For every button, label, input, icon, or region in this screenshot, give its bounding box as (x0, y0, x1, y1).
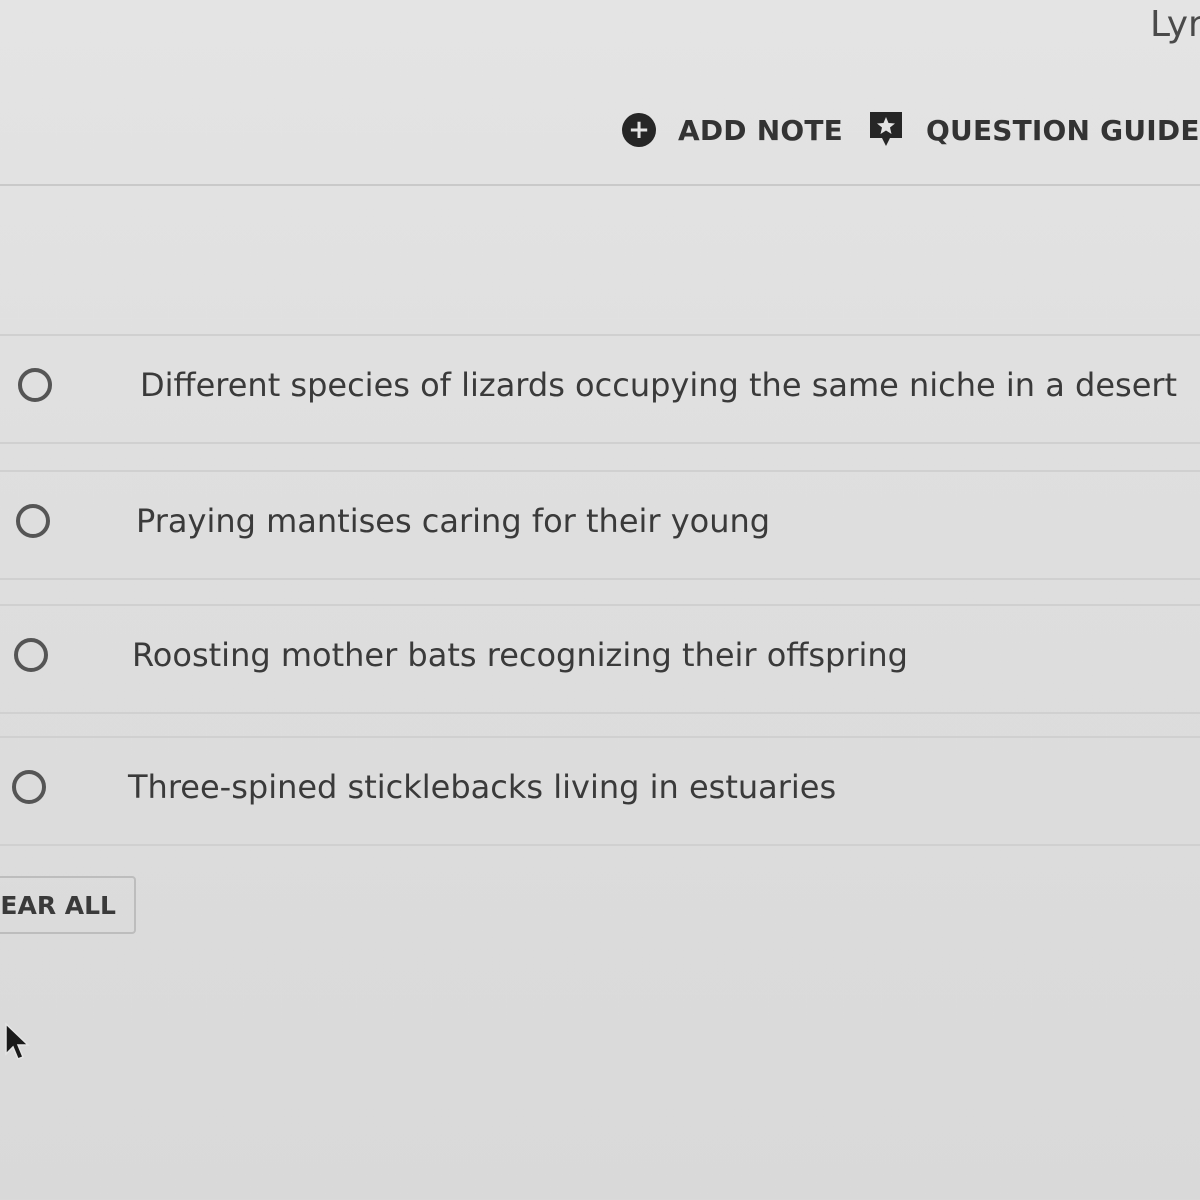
question-guide-button[interactable]: QUESTION GUIDE (868, 108, 1200, 152)
add-note-label: ADD NOTE (678, 113, 843, 147)
choice-label: Roosting mother bats recognizing their o… (132, 636, 908, 674)
radio-button[interactable] (12, 770, 46, 804)
header-bar (0, 0, 1200, 186)
choice-label: Different species of lizards occupying t… (140, 366, 1178, 404)
answer-choice[interactable]: Different species of lizards occupying t… (0, 334, 1200, 444)
answer-choice[interactable]: Roosting mother bats recognizing their o… (0, 604, 1200, 714)
radio-button[interactable] (16, 504, 50, 538)
radio-button[interactable] (14, 638, 48, 672)
mouse-pointer-icon (5, 1022, 30, 1060)
answer-choice[interactable]: Three-spined sticklebacks living in estu… (0, 736, 1200, 846)
choice-label: Three-spined sticklebacks living in estu… (128, 768, 837, 806)
user-name[interactable]: Lyr (1150, 4, 1200, 45)
clear-all-button[interactable]: LEAR ALL (0, 876, 136, 934)
circle-plus-icon: + (622, 113, 656, 147)
guide-bubble-icon (870, 112, 902, 146)
choice-label: Praying mantises caring for their young (136, 502, 771, 540)
answer-choice[interactable]: Praying mantises caring for their young (0, 470, 1200, 580)
question-guide-label: QUESTION GUIDE (926, 113, 1200, 147)
radio-button[interactable] (18, 368, 52, 402)
add-note-button[interactable]: + ADD NOTE (622, 108, 843, 152)
